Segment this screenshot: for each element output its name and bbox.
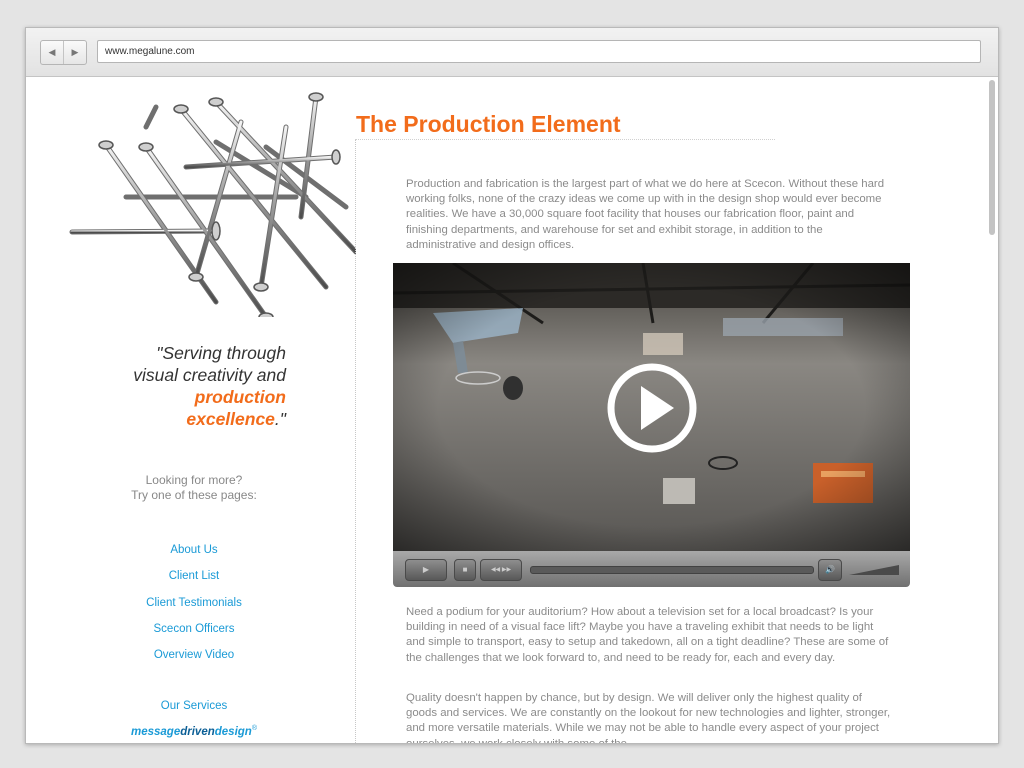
page-title: The Production Element [356, 111, 621, 137]
page-viewport: "Serving through visual creativity and p… [26, 77, 998, 743]
play-button[interactable] [607, 363, 697, 453]
column-divider [355, 139, 356, 743]
video-player[interactable]: ▶ ■ ◀◀ ▶▶ 🔊 [393, 263, 910, 603]
address-bar[interactable]: www.megalune.com [97, 40, 981, 63]
volume-icon[interactable]: 🔊 [818, 559, 842, 581]
seek-buttons[interactable]: ◀◀ ▶▶ [480, 559, 522, 581]
nails-illustration [69, 92, 356, 317]
sidebar-link-client-testimonials[interactable]: Client Testimonials [94, 596, 294, 622]
volume-slider[interactable] [849, 563, 901, 577]
sidebar-link-overview-video[interactable]: Overview Video [94, 648, 294, 674]
sidebar-link-scecon-officers[interactable]: Scecon Officers [94, 622, 294, 648]
sidebar-link-about-us[interactable]: About Us [94, 543, 294, 569]
body-paragraph-2: Quality doesn't happen by chance, but by… [406, 692, 891, 743]
body-paragraph-1: Need a podium for your auditorium? How a… [406, 606, 889, 664]
nav-buttons: ◀ ▶ [40, 40, 87, 65]
scrollbar[interactable] [989, 80, 995, 740]
intro-paragraph: Production and fabrication is the larges… [406, 178, 885, 251]
browser-window: ◀ ▶ www.megalune.com "Serving through vi… [25, 27, 999, 744]
sidebar-links: About Us Client List Client Testimonials… [94, 543, 294, 674]
browser-toolbar: ◀ ▶ www.megalune.com [26, 28, 998, 77]
back-button[interactable]: ◀ [41, 41, 63, 64]
tagline-highlight: production excellence [186, 387, 286, 429]
forward-button[interactable]: ▶ [63, 41, 86, 64]
more-pages-prompt: Looking for more? Try one of these pages… [131, 473, 257, 502]
title-underline [355, 139, 775, 140]
sidebar-link-client-list[interactable]: Client List [94, 569, 294, 595]
video-controls: ▶ ■ ◀◀ ▶▶ 🔊 [393, 551, 910, 587]
play-pause-button[interactable]: ▶ [405, 559, 447, 581]
stop-button[interactable]: ■ [454, 559, 476, 581]
progress-bar[interactable] [530, 566, 814, 574]
video-thumbnail [393, 263, 910, 551]
scrollbar-thumb[interactable] [989, 80, 995, 235]
sidebar-link-our-services[interactable]: Our Services [94, 700, 294, 712]
messagedrivendesign-logo[interactable]: messagedrivendesign® [94, 725, 294, 738]
tagline-quote: "Serving through visual creativity and p… [133, 343, 286, 429]
